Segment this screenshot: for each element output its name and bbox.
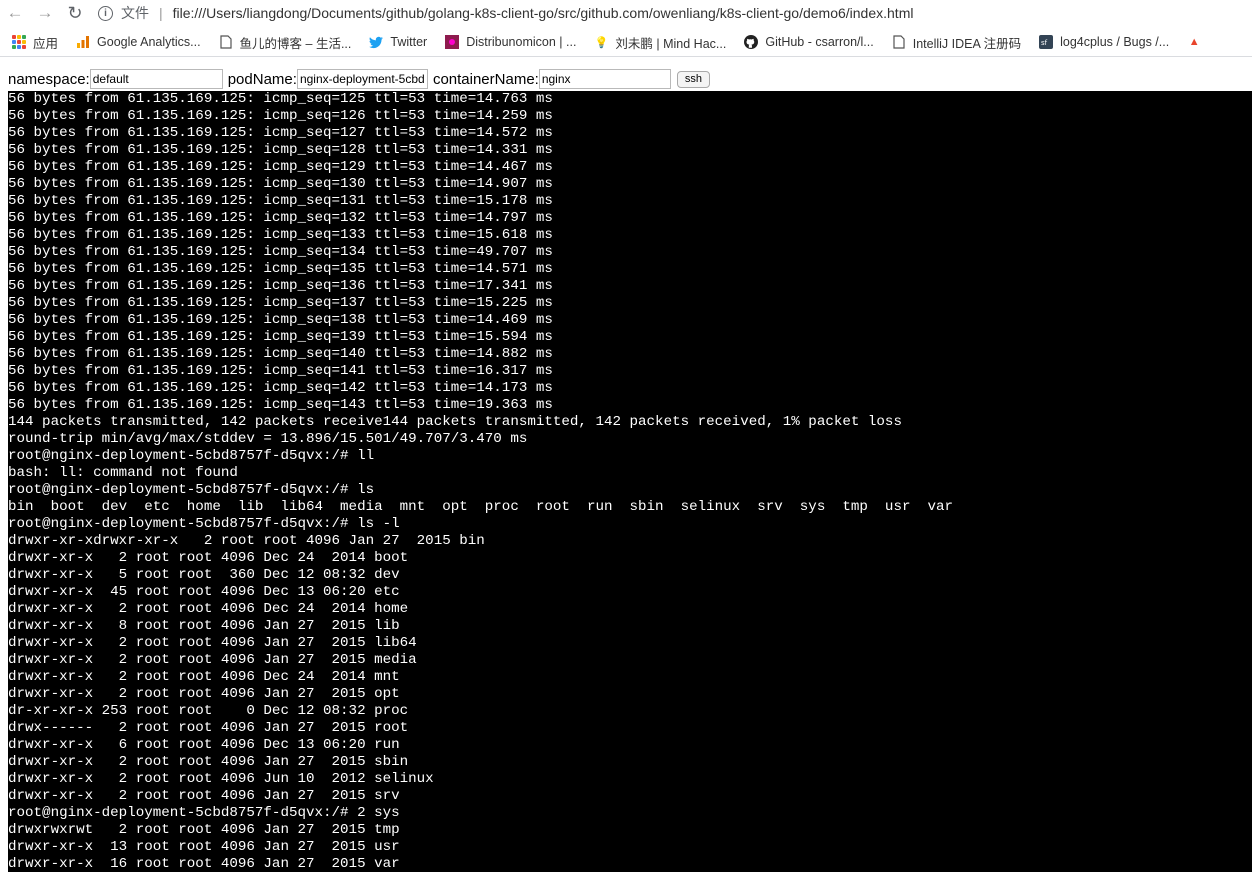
terminal-line: 56 bytes from 61.135.169.125: icmp_seq=1… [8,193,553,209]
terminal-line: 56 bytes from 61.135.169.125: icmp_seq=1… [8,125,553,141]
terminal-line: drwxr-xr-x 2 root root 4096 Jun 10 2012 … [8,771,434,787]
terminal-line: root@nginx-deployment-5cbd8757f-d5qvx:/#… [8,482,375,498]
github-icon [744,35,759,49]
bookmark-distribunomicon[interactable]: Distribunomicon | ... [445,35,576,49]
namespace-input[interactable] [89,69,223,89]
bookmark-label: 刘未鹏 | Mind Hac... [615,36,727,51]
terminal-line: drwxrwxrwt 2 root root 4096 Jan 27 2015 … [8,822,400,838]
bookmark-github[interactable]: GitHub - csarron/l... [744,35,874,49]
bookmark-log4cplus[interactable]: sf log4cplus / Bugs /... [1039,35,1169,49]
terminal[interactable]: 56 bytes from 61.135.169.125: icmp_seq=1… [8,91,1252,872]
bookmark-intellij[interactable]: IntelliJ IDEA 注册码 [892,33,1021,52]
podname-input[interactable] [296,69,428,89]
url-separator: | [159,5,163,21]
terminal-line: drwxr-xr-x 2 root root 4096 Dec 24 2014 … [8,550,409,566]
terminal-line: root@nginx-deployment-5cbd8757f-d5qvx:/#… [8,516,400,532]
distribunomicon-icon [445,35,460,49]
bookmark-apps[interactable]: 应用 [12,33,58,52]
forward-arrow-icon[interactable]: → [30,2,60,24]
terminal-line: drwxr-xr-x 16 root root 4096 Jan 27 2015… [8,856,400,872]
terminal-line: 56 bytes from 61.135.169.125: icmp_seq=1… [8,363,553,379]
back-arrow-icon[interactable]: ← [0,2,30,24]
terminal-line: dr-xr-xr-x 253 root root 0 Dec 12 08:32 … [8,703,409,719]
analytics-icon [76,35,90,49]
info-icon: i [98,5,113,21]
terminal-line: 56 bytes from 61.135.169.125: icmp_seq=1… [8,142,553,158]
terminal-line: drwxr-xr-x 6 root root 4096 Dec 13 06:20… [8,737,400,753]
bookmark-label: Google Analytics... [97,35,201,49]
terminal-line: 56 bytes from 61.135.169.125: icmp_seq=1… [8,346,553,362]
terminal-line: 56 bytes from 61.135.169.125: icmp_seq=1… [8,397,553,413]
page-icon [892,35,906,49]
terminal-line: drwxr-xr-x 2 root root 4096 Jan 27 2015 … [8,635,417,651]
terminal-line: root@nginx-deployment-5cbd8757f-d5qvx:/#… [8,448,375,464]
terminal-line: drwxr-xr-x 2 root root 4096 Dec 24 2014 … [8,601,409,617]
terminal-line: 56 bytes from 61.135.169.125: icmp_seq=1… [8,210,553,226]
terminal-line: drwxr-xr-x 5 root root 360 Dec 12 08:32 … [8,567,400,583]
page-icon [219,35,233,49]
bookmark-mindhacks[interactable]: 💡 刘未鹏 | Mind Hac... [594,33,727,52]
terminal-line: 56 bytes from 61.135.169.125: icmp_seq=1… [8,108,553,124]
terminal-line: 56 bytes from 61.135.169.125: icmp_seq=1… [8,159,553,175]
terminal-line: 144 packets transmitted, 142 packets rec… [8,414,902,430]
apps-grid-icon [12,35,26,49]
bookmark-label: Twitter [390,35,428,49]
namespace-label: namespace: [8,70,90,88]
containername-label: containerName: [432,70,539,88]
flame-icon: ▲ [1188,36,1200,48]
bookmark-label: 鱼儿的博客 – 生活... [239,36,352,51]
twitter-icon [369,35,384,49]
terminal-line: 56 bytes from 61.135.169.125: icmp_seq=1… [8,91,553,107]
bookmark-label: 应用 [33,36,59,51]
bookmark-label: Distribunomicon | ... [466,35,577,49]
terminal-line: drwxr-xr-x 2 root root 4096 Jan 27 2015 … [8,686,400,702]
podname-label: podName: [227,70,297,88]
connection-form: namespace: podName: containerName: ssh [0,68,1252,90]
terminal-line: drwxr-xr-xdrwxr-xr-x 2 root root 4096 Ja… [8,533,485,549]
terminal-line: drwxr-xr-x 8 root root 4096 Jan 27 2015 … [8,618,400,634]
terminal-line: 56 bytes from 61.135.169.125: icmp_seq=1… [8,227,553,243]
terminal-line: 56 bytes from 61.135.169.125: icmp_seq=1… [8,278,553,294]
bookmark-twitter[interactable]: Twitter [369,35,427,49]
terminal-line: bin boot dev etc home lib lib64 media mn… [8,499,954,515]
terminal-line: drwxr-xr-x 2 root root 4096 Jan 27 2015 … [8,754,409,770]
url-scheme-label: 文件 [121,5,149,21]
terminal-line: drwxr-xr-x 13 root root 4096 Jan 27 2015… [8,839,400,855]
lightbulb-icon: 💡 [594,36,609,49]
terminal-line: drwxr-xr-x 2 root root 4096 Dec 24 2014 … [8,669,400,685]
bookmark-label: GitHub - csarron/l... [765,35,874,49]
terminal-line: drwxr-xr-x 45 root root 4096 Dec 13 06:2… [8,584,400,600]
site-info[interactable]: i 文件 | [98,3,173,23]
bookmark-overflow[interactable]: ▲ [1187,35,1208,49]
terminal-line: round-trip min/avg/max/stddev = 13.896/1… [8,431,528,447]
bookmark-label: log4cplus / Bugs /... [1060,35,1170,49]
containername-input[interactable] [538,69,671,89]
terminal-line: bash: ll: command not found [8,465,238,481]
svg-text:sf: sf [1041,39,1048,47]
terminal-line: 56 bytes from 61.135.169.125: icmp_seq=1… [8,261,553,277]
terminal-line: 56 bytes from 61.135.169.125: icmp_seq=1… [8,176,553,192]
terminal-line: drwxr-xr-x 2 root root 4096 Jan 27 2015 … [8,652,417,668]
bookmark-google-analytics[interactable]: Google Analytics... [76,35,201,49]
terminal-line: 56 bytes from 61.135.169.125: icmp_seq=1… [8,244,553,260]
terminal-line: 56 bytes from 61.135.169.125: icmp_seq=1… [8,312,553,328]
terminal-line: root@nginx-deployment-5cbd8757f-d5qvx:/#… [8,805,400,821]
sourceforge-icon: sf [1039,35,1054,49]
bookmark-label: IntelliJ IDEA 注册码 [912,36,1022,51]
terminal-line: 56 bytes from 61.135.169.125: icmp_seq=1… [8,329,553,345]
bookmark-blog[interactable]: 鱼儿的博客 – 生活... [219,33,352,52]
terminal-line: 56 bytes from 61.135.169.125: icmp_seq=1… [8,295,553,311]
terminal-output: 56 bytes from 61.135.169.125: icmp_seq=1… [8,91,1252,872]
reload-icon[interactable]: ↻ [60,2,90,24]
bookmarks-bar: 应用 Google Analytics... 鱼儿的博客 – 生活... Twi… [0,28,1252,57]
terminal-line: drwx------ 2 root root 4096 Jan 27 2015 … [8,720,409,736]
terminal-line: 56 bytes from 61.135.169.125: icmp_seq=1… [8,380,553,396]
terminal-line: drwxr-xr-x 2 root root 4096 Jan 27 2015 … [8,788,400,804]
url-field[interactable]: file:///Users/liangdong/Documents/github… [173,5,914,21]
ssh-button[interactable]: ssh [676,70,710,88]
address-bar: ← → ↻ i 文件 | file:///Users/liangdong/Doc… [0,0,1252,26]
